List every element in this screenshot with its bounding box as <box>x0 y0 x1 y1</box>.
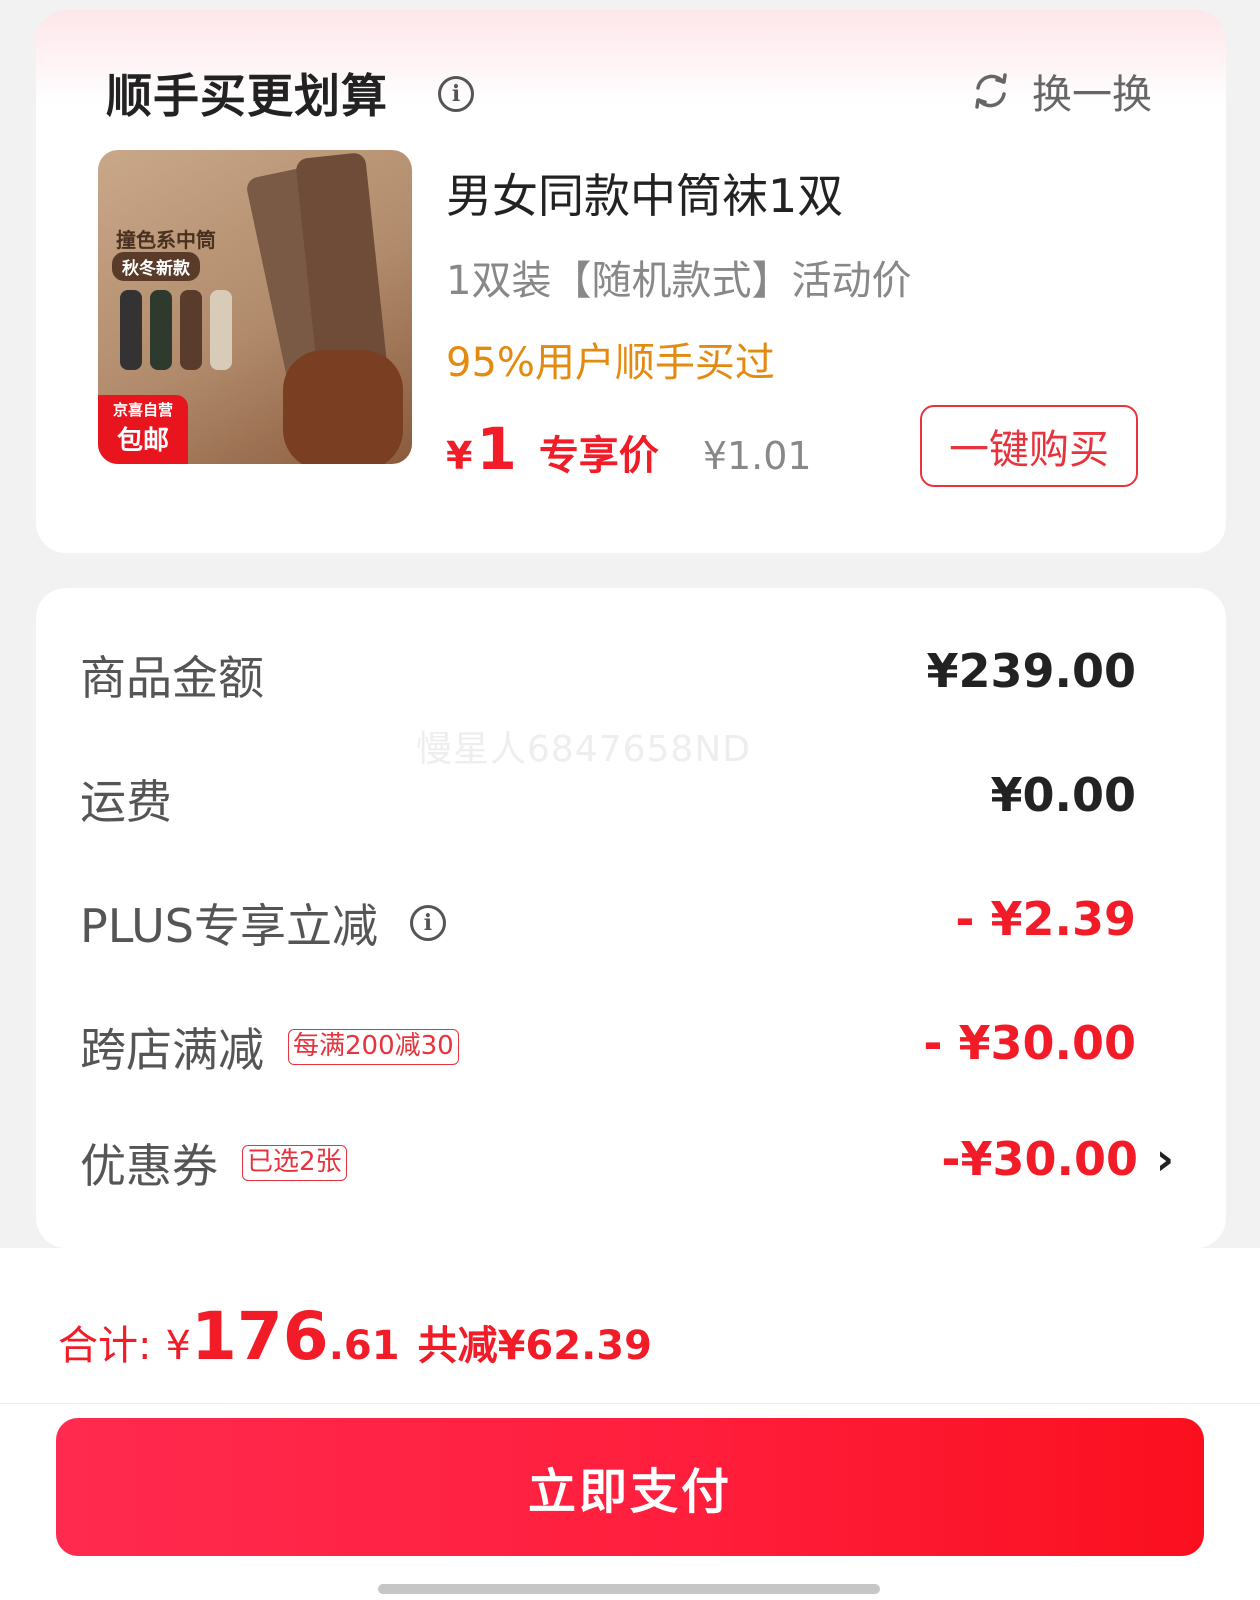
recommend-card: 顺手买更划算 i 换一换 撞色系中筒 秋冬新款 京喜自营 包邮 男女同款中筒袜1… <box>36 10 1226 553</box>
row-label: 商品金额 <box>80 651 264 705</box>
summary-row-shipping: 运费 ¥0.00 <box>36 756 1226 836</box>
one-click-buy-button[interactable]: 一键购买 <box>920 405 1138 487</box>
total-saved: 共减¥62.39 <box>417 1323 652 1369</box>
info-icon[interactable]: i <box>438 76 474 112</box>
coupon-count-tag: 已选2张 <box>242 1145 347 1181</box>
checkout-bar: 合计: ¥ 176 .61 共减¥62.39 立即支付 <box>0 1248 1260 1600</box>
summary-row-plus-discount: PLUS专享立减 i - ¥2.39 <box>36 880 1226 960</box>
row-value: - ¥2.39 <box>955 892 1136 946</box>
fabric-shape <box>283 350 403 464</box>
divider <box>0 1403 1260 1404</box>
row-label: 跨店满减 <box>80 1023 264 1077</box>
mini-sock <box>120 290 142 370</box>
swap-button[interactable]: 换一换 <box>970 62 1152 120</box>
summary-row-coupon[interactable]: 优惠券 已选2张 -¥30.00 › <box>36 1120 1226 1200</box>
row-value: -¥30.00 <box>941 1132 1138 1186</box>
image-caption-badge: 秋冬新款 <box>112 252 200 281</box>
total-amount: 合计: ¥ 176 .61 共减¥62.39 <box>58 1298 652 1375</box>
current-price: ¥1 <box>446 415 517 483</box>
total-integer: 176 <box>190 1298 329 1375</box>
mini-sock <box>210 290 232 370</box>
home-indicator[interactable] <box>378 1584 880 1594</box>
price-row: ¥1 专享价 ¥1.01 <box>446 415 812 483</box>
product-subtitle: 1双装【随机款式】活动价 <box>446 258 912 304</box>
total-decimal: .61 <box>328 1323 400 1369</box>
chevron-right-icon[interactable]: › <box>1156 1134 1174 1185</box>
total-label: 合计: <box>58 1323 152 1369</box>
total-symbol: ¥ <box>165 1323 191 1369</box>
mini-sock <box>180 290 202 370</box>
summary-row-cross-store: 跨店满减 每满200减30 - ¥30.00 <box>36 1004 1226 1084</box>
info-icon[interactable]: i <box>409 905 446 941</box>
row-label-wrap: PLUS专享立减 i <box>80 890 446 956</box>
row-label-wrap: 优惠券 已选2张 <box>80 1130 347 1196</box>
shipping-badge: 京喜自营 包邮 <box>98 395 188 464</box>
row-value: ¥239.00 <box>926 644 1136 698</box>
row-label: 运费 <box>80 775 172 829</box>
pay-now-button[interactable]: 立即支付 <box>56 1418 1204 1556</box>
price-tag: 专享价 <box>538 433 659 479</box>
recommend-title: 顺手买更划算 <box>106 69 388 123</box>
refresh-icon <box>975 73 1007 109</box>
row-value: ¥0.00 <box>990 768 1136 822</box>
badge-line-2: 包邮 <box>116 426 169 456</box>
badge-line-1: 京喜自营 <box>112 401 173 419</box>
image-caption: 撞色系中筒 <box>116 228 216 252</box>
product-image[interactable]: 撞色系中筒 秋冬新款 京喜自营 包邮 <box>98 150 412 464</box>
mini-sock <box>150 290 172 370</box>
row-label-wrap: 跨店满减 每满200减30 <box>80 1014 459 1080</box>
row-label: PLUS专享立减 <box>80 899 378 953</box>
original-price: ¥1.01 <box>702 434 812 478</box>
promo-tag: 每满200减30 <box>288 1029 459 1065</box>
swap-label: 换一换 <box>1032 72 1152 118</box>
order-summary-card: 慢星人6847658ND 商品金额 ¥239.00 运费 ¥0.00 PLUS专… <box>36 588 1226 1248</box>
row-value: - ¥30.00 <box>923 1016 1136 1070</box>
row-label: 优惠券 <box>80 1139 218 1193</box>
price-number: 1 <box>476 415 517 483</box>
price-symbol: ¥ <box>446 434 473 478</box>
product-hint: 95%用户顺手买过 <box>446 340 775 386</box>
summary-row-goods-amount: 商品金额 ¥239.00 <box>36 632 1226 712</box>
product-name[interactable]: 男女同款中筒袜1双 <box>446 160 843 226</box>
